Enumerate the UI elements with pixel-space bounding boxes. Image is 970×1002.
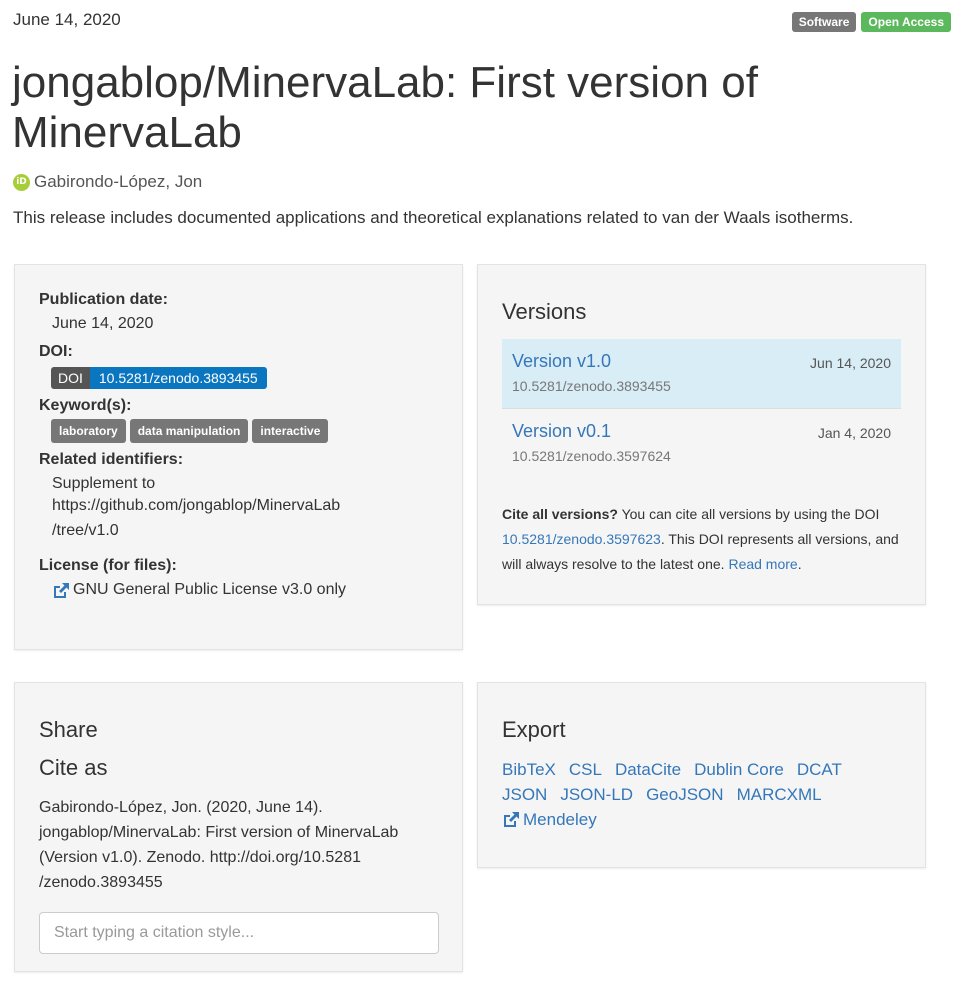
version-doi: 10.5281/zenodo.3893455 <box>512 378 671 394</box>
license-name: GNU General Public License v3.0 only <box>73 581 347 598</box>
keyword-badge[interactable]: data manipulation <box>129 419 249 443</box>
export-dcat-link[interactable]: DCAT <box>797 757 842 782</box>
citation-style-input[interactable] <box>39 912 439 954</box>
version-doi: 10.5281/zenodo.3597624 <box>512 448 671 464</box>
citation-line-2: jongablop/MinervaLab: First version of M… <box>39 824 399 841</box>
export-json-ld-link[interactable]: JSON-LD <box>560 782 633 807</box>
record-description: This release includes documented applica… <box>13 208 854 227</box>
version-row[interactable]: Version v1.0 10.5281/zenodo.3893455 Jun … <box>502 339 901 409</box>
open-access-badge: Open Access <box>861 12 951 32</box>
related-identifiers-label: Related identifiers: <box>39 451 184 468</box>
related-link-line1: https://github.com/jongablop/MinervaLab <box>52 497 341 514</box>
version-link[interactable]: Version v1.0 <box>512 351 671 372</box>
citation-text: Gabirondo-López, Jon. (2020, June 14). j… <box>39 795 438 895</box>
version-link[interactable]: Version v0.1 <box>512 421 671 442</box>
mendeley-label: Mendeley <box>523 810 597 829</box>
version-date: Jun 14, 2020 <box>810 355 891 371</box>
concept-doi-link[interactable]: 10.5281/zenodo.3597623 <box>502 531 661 547</box>
export-csl-link[interactable]: CSL <box>569 757 602 782</box>
keyword-list: laboratory data manipulation interactive <box>51 419 438 443</box>
related-link-line2: /tree/v1.0 <box>52 522 119 539</box>
external-link-icon <box>504 812 519 827</box>
creator-name: Gabirondo-López, Jon <box>34 172 203 191</box>
export-marcxml-link[interactable]: MARCXML <box>737 782 822 807</box>
share-panel: Share Cite as Gabirondo-López, Jon. (202… <box>14 682 463 972</box>
license-label: License (for files): <box>39 557 177 574</box>
cite-all-bold: Cite all versions? <box>502 506 618 522</box>
creator: iD Gabirondo-López, Jon <box>13 172 202 192</box>
keywords-label: Keyword(s): <box>39 397 132 414</box>
version-date: Jan 4, 2020 <box>817 425 891 441</box>
export-bibtex-link[interactable]: BibTeX <box>502 757 556 782</box>
citation-line-3: (Version v1.0). Zenodo. http://doi.org/1… <box>39 849 361 866</box>
record-title: jongablop/MinervaLab: First version of M… <box>12 58 758 157</box>
version-row[interactable]: Version v0.1 10.5281/zenodo.3597624 Jan … <box>502 409 901 478</box>
related-identifier-link[interactable]: https://github.com/jongablop/MinervaLab … <box>52 493 438 543</box>
export-json-link[interactable]: JSON <box>502 782 547 807</box>
related-relation: Supplement to <box>52 475 156 492</box>
doi-badge-prefix: DOI <box>51 367 90 389</box>
external-link-icon <box>54 582 69 598</box>
share-title: Share <box>39 717 98 742</box>
cite-all-text-1: You can cite all versions by using the D… <box>617 506 880 522</box>
publication-date-top: June 14, 2020 <box>13 10 121 29</box>
license-link[interactable]: GNU General Public License v3.0 only <box>52 581 346 599</box>
export-title: Export <box>502 717 566 742</box>
keyword-badge[interactable]: interactive <box>252 419 329 443</box>
citation-line-4: /zenodo.3893455 <box>39 874 163 891</box>
cite-as-title: Cite as <box>39 755 108 780</box>
software-badge: Software <box>791 12 857 32</box>
export-geojson-link[interactable]: GeoJSON <box>646 782 723 807</box>
versions-title: Versions <box>502 299 587 324</box>
doi-badge-value: 10.5281/zenodo.3893455 <box>89 367 267 389</box>
metadata-panel: Publication date: June 14, 2020 DOI: DOI… <box>14 264 463 650</box>
export-mendeley-link[interactable]: Mendeley <box>502 807 597 832</box>
read-more-link[interactable]: Read more <box>728 556 797 572</box>
export-datacite-link[interactable]: DataCite <box>615 757 681 782</box>
badges: Software Open Access <box>791 12 951 32</box>
doi-label: DOI: <box>39 343 73 360</box>
export-format-list: BibTeX CSL DataCite Dublin Core DCAT JSON JSON… <box>502 757 882 834</box>
versions-panel: Versions Version v1.0 10.5281/zenodo.389… <box>477 264 926 605</box>
orcid-icon[interactable]: iD <box>13 173 30 191</box>
publication-date-value: June 14, 2020 <box>52 315 154 332</box>
cite-all-versions: Cite all versions? You can cite all vers… <box>502 502 901 577</box>
export-dublin-core-link[interactable]: Dublin Core <box>694 757 784 782</box>
cite-all-period: . <box>797 556 802 572</box>
doi-badge[interactable]: DOI 10.5281/zenodo.3893455 <box>51 367 267 389</box>
citation-line-1: Gabirondo-López, Jon. (2020, June 14). <box>39 799 323 816</box>
keyword-badge[interactable]: laboratory <box>51 419 126 443</box>
publication-date-label: Publication date: <box>39 291 168 308</box>
export-panel: Export BibTeX CSL DataCite Dublin Core DCAT J… <box>477 682 926 868</box>
